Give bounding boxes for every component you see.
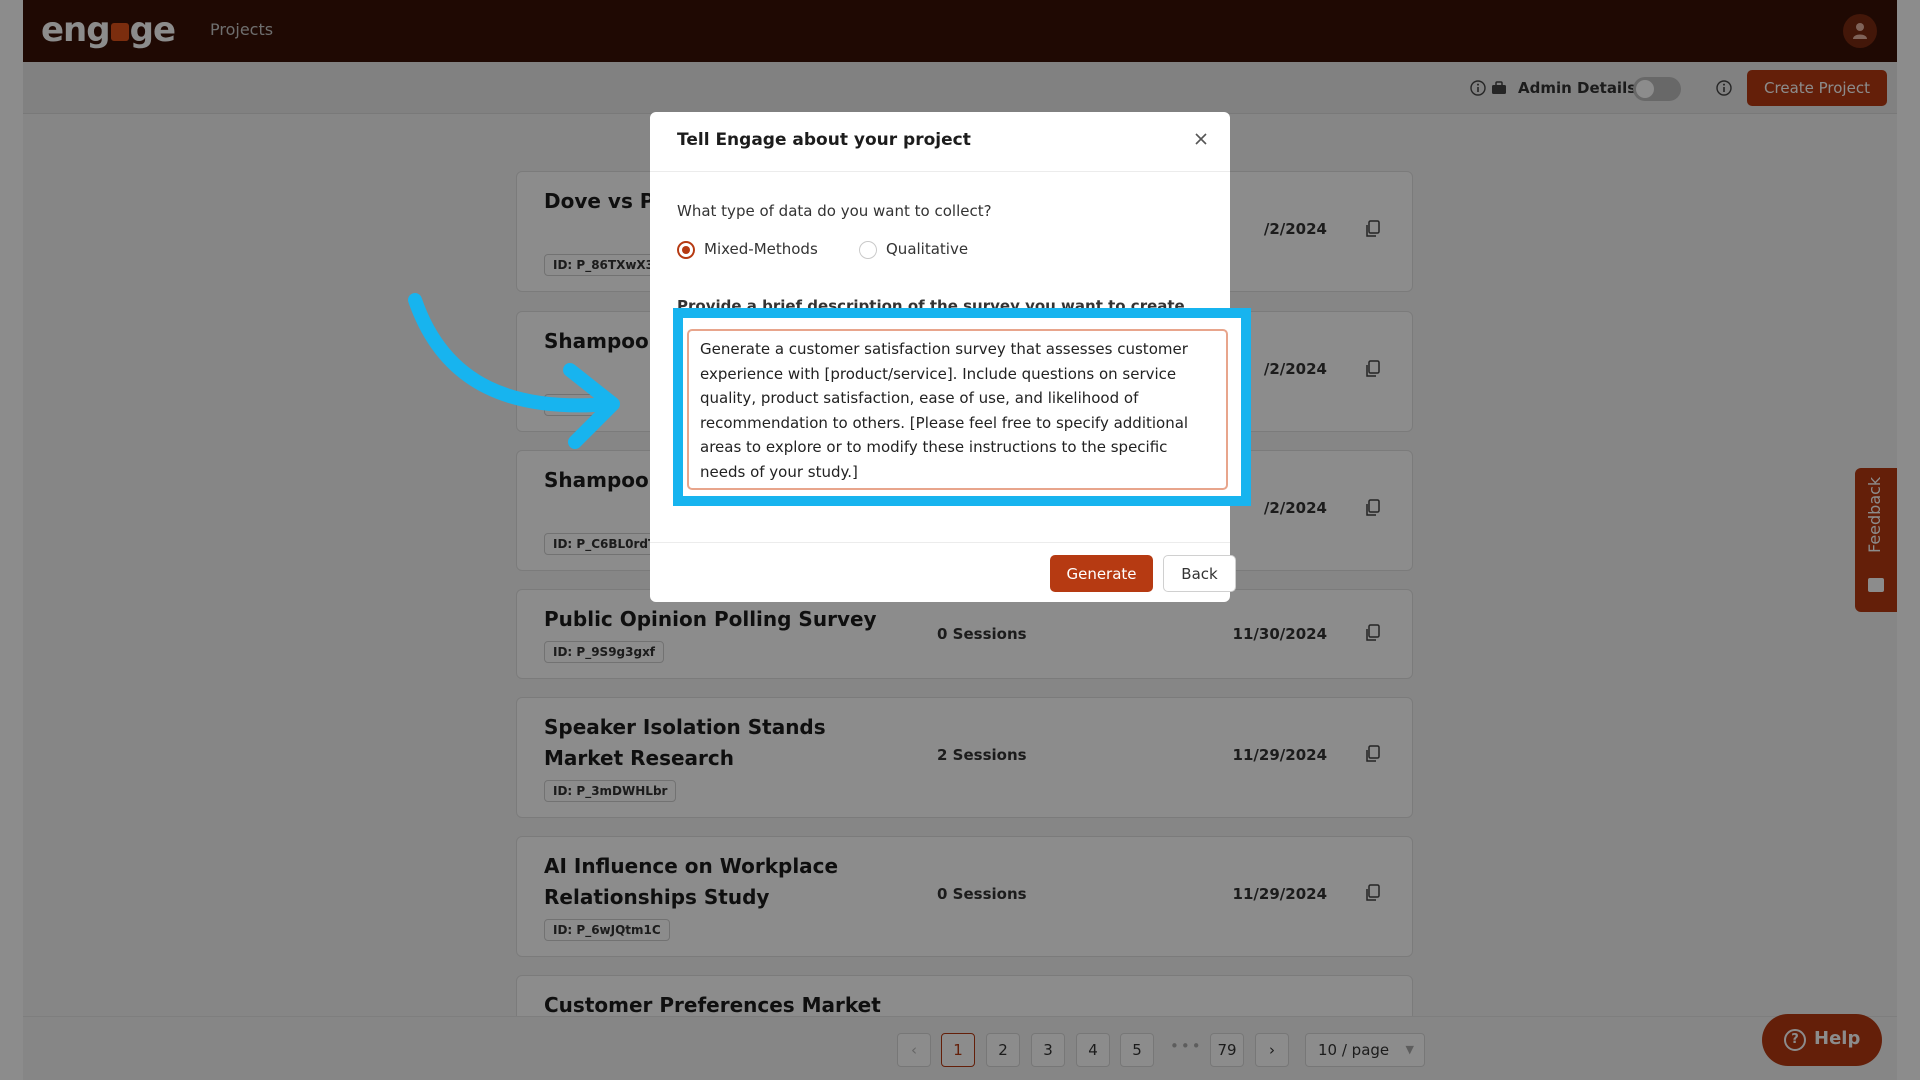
- radio-label-mixed-methods[interactable]: Mixed-Methods: [704, 240, 818, 258]
- back-button[interactable]: Back: [1163, 555, 1236, 592]
- data-type-question: What type of data do you want to collect…: [677, 202, 992, 220]
- annotation-arrow-icon: [408, 293, 620, 449]
- modal-header: Tell Engage about your project: [650, 112, 1230, 172]
- radio-mixed-methods[interactable]: [677, 241, 695, 259]
- description-textarea[interactable]: Generate a customer satisfaction survey …: [687, 329, 1228, 490]
- modal-title: Tell Engage about your project: [677, 130, 971, 150]
- radio-label-qualitative[interactable]: Qualitative: [886, 240, 968, 258]
- radio-qualitative[interactable]: [859, 241, 877, 259]
- generate-button[interactable]: Generate: [1050, 555, 1153, 592]
- close-icon[interactable]: [1194, 132, 1208, 146]
